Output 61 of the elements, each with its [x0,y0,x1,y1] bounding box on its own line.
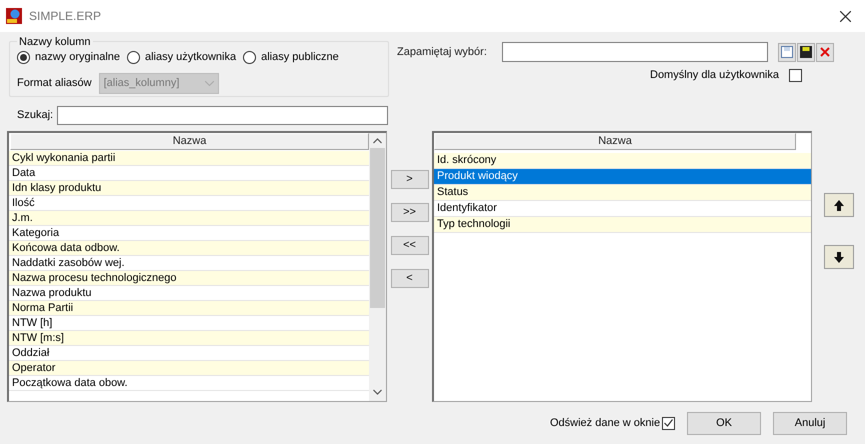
checkbox[interactable] [662,416,676,430]
list-row[interactable]: J.m. [9,211,369,226]
list-row[interactable]: NTW [h] [9,316,369,331]
list-row[interactable]: Cykl wykonania partii [9,151,369,166]
dialog-button[interactable]: Anuluj [773,412,848,434]
transfer-button[interactable]: << [390,236,428,255]
list-row[interactable]: Nazwa procesu technologicznego [9,271,369,286]
radio-label: nazwy oryginalne [35,50,120,65]
move-up-button[interactable] [824,193,854,217]
search-field[interactable] [57,106,388,125]
list-row[interactable]: Typ technologii [434,217,811,233]
checkbox-label: Odśwież dane w oknie [550,416,660,431]
column-header[interactable]: Nazwa [434,133,796,150]
list-row[interactable]: Początkowa data obow. [9,376,369,391]
close-icon [820,47,830,57]
radio-label: aliasy publiczne [261,50,339,65]
radio-label: aliasy użytkownika [145,50,236,65]
transfer-button[interactable]: >> [390,203,428,222]
chevron-down-icon [373,389,382,395]
list-row[interactable]: Ilość [9,196,369,211]
radio-button[interactable] [243,50,256,64]
window-title: SIMPLE.ERP [29,8,102,25]
dialog-button[interactable]: OK [687,412,762,434]
arrow-down-icon [834,252,844,262]
list-row[interactable]: NTW [m:s] [9,331,369,346]
radio-button[interactable] [17,50,30,64]
column-header[interactable]: Nazwa [10,133,369,150]
close-icon[interactable] [840,10,851,22]
list-row[interactable]: Status [434,185,811,201]
field-label: Szukaj: [17,108,54,124]
field-label: Format aliasów [17,76,92,91]
scrollbar-thumb[interactable] [370,148,385,308]
save-as-button[interactable] [778,42,796,62]
transfer-button[interactable]: > [390,170,428,189]
app-icon [6,8,22,24]
delete-button[interactable] [816,42,834,62]
save-button[interactable] [797,42,815,62]
chevron-down-icon [204,80,214,86]
list-row[interactable]: Produkt wiodący [434,169,811,185]
scrollbar[interactable] [369,133,386,401]
move-down-button[interactable] [824,245,854,269]
list-row[interactable]: Naddatki zasobów wej. [9,256,369,271]
arrow-up-icon [834,200,844,210]
checkbox[interactable] [789,68,802,82]
field-label: Zapamiętaj wybór: [397,44,488,60]
list-row[interactable]: Data [9,166,369,181]
list-row[interactable]: Id. skrócony [434,153,811,169]
list-row[interactable]: Identyfikator [434,201,811,217]
remember-field[interactable] [502,42,768,62]
list-row[interactable]: Oddział [9,346,369,361]
list-row[interactable]: Norma Partii [9,301,369,316]
list-row[interactable]: Końcowa data odbow. [9,241,369,256]
list-row[interactable]: Kategoria [9,226,369,241]
chevron-up-icon [373,138,382,144]
list-row[interactable]: Nazwa produktu [9,286,369,301]
list-row[interactable]: Idn klasy produktu [9,181,369,196]
transfer-button[interactable]: < [390,269,428,288]
list-row[interactable]: Operator [9,361,369,376]
checkbox-label: Domyślny dla użytkownika [650,68,779,83]
radio-button[interactable] [127,50,140,64]
group-title: Nazwy kolumn [17,34,93,50]
